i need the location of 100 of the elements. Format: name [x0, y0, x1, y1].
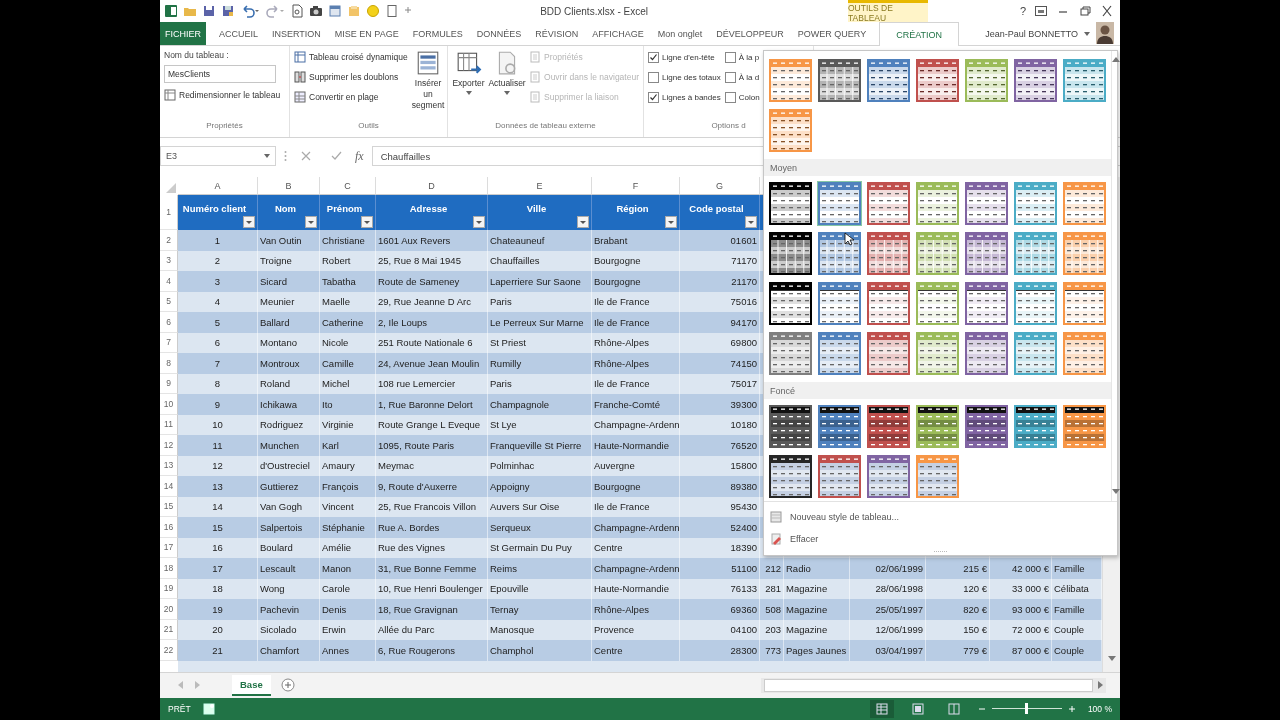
row-number[interactable]: 1 [160, 195, 178, 231]
table-style-option[interactable] [817, 58, 862, 104]
row-number[interactable]: 20 [160, 599, 178, 620]
table-style-option[interactable] [915, 58, 960, 104]
ribbon-tab[interactable]: ACCUEIL [212, 22, 265, 46]
row-number[interactable]: 3 [160, 250, 178, 272]
ribbon-tab[interactable]: MISE EN PAGE [327, 22, 406, 46]
tool-button[interactable]: Supprimer les doublons [294, 70, 408, 85]
scroll-down-icon[interactable] [1112, 489, 1120, 496]
user-name[interactable]: Jean-Paul BONNETTO [985, 22, 1078, 46]
horizontal-scrollbar[interactable] [761, 677, 1106, 693]
normal-view-icon[interactable] [869, 699, 894, 718]
style-option-checkbox[interactable]: Ligne des totaux [648, 70, 721, 85]
row-number[interactable]: 5 [160, 291, 178, 313]
filter-button[interactable] [361, 216, 373, 229]
caret-icon[interactable] [1084, 31, 1090, 36]
filter-button[interactable] [305, 216, 317, 229]
row-number[interactable]: 14 [160, 476, 178, 497]
export-button[interactable]: Exporter [452, 50, 486, 121]
ribbon-display-icon[interactable] [1034, 5, 1048, 17]
add-sheet-button[interactable] [280, 678, 295, 693]
row-number[interactable]: 9 [160, 373, 178, 395]
style-option-checkbox[interactable]: À la d [724, 70, 760, 85]
row-number[interactable]: 18 [160, 558, 178, 579]
name-box[interactable]: E3 [160, 146, 276, 167]
checkbox[interactable] [648, 72, 659, 83]
ribbon-tab[interactable]: FORMULES [405, 22, 470, 46]
gallery-scrollbar[interactable] [1111, 51, 1120, 502]
help-button[interactable]: ? [1019, 5, 1026, 17]
row-number[interactable]: 6 [160, 312, 178, 333]
page-icon[interactable] [385, 4, 399, 18]
table-style-option[interactable] [1013, 58, 1058, 104]
row-number[interactable]: 8 [160, 353, 178, 374]
checkbox[interactable] [648, 92, 659, 103]
table-style-option[interactable] [768, 281, 813, 327]
save-icon[interactable] [202, 4, 216, 18]
checkbox[interactable] [724, 72, 736, 83]
ribbon-tab[interactable]: DONNÉES [469, 22, 529, 46]
avatar[interactable] [1096, 22, 1114, 44]
ribbon-tab[interactable]: AFFICHAGE [585, 22, 651, 46]
ribbon-tab[interactable]: INSERTION [265, 22, 328, 46]
tool-button[interactable]: Tableau croisé dynamique [294, 50, 408, 65]
zoom-in-icon[interactable] [1067, 704, 1076, 713]
row-number[interactable]: 7 [160, 332, 178, 354]
row-number[interactable]: 19 [160, 578, 178, 600]
row-number[interactable]: 16 [160, 517, 178, 538]
undo-icon[interactable] [240, 4, 260, 18]
file-tab[interactable]: FICHIER [160, 22, 206, 46]
style-option-checkbox[interactable]: Lignes à bandes [648, 90, 721, 105]
table-style-option[interactable] [768, 181, 813, 227]
window-icon[interactable] [328, 4, 342, 18]
row-number[interactable]: 15 [160, 496, 178, 518]
filter-button[interactable] [745, 216, 757, 229]
table-style-option[interactable] [866, 58, 911, 104]
filter-button[interactable] [665, 216, 677, 229]
table-style-option[interactable] [768, 231, 813, 277]
row-number[interactable]: 2 [160, 230, 178, 251]
ribbon-tab[interactable]: DÉVELOPPEUR [709, 22, 791, 46]
row-number[interactable]: 17 [160, 537, 178, 559]
table-style-option[interactable] [768, 454, 813, 500]
table-style-option[interactable] [1062, 58, 1107, 104]
resize-grip-icon[interactable] [934, 550, 948, 554]
document-icon[interactable] [290, 4, 304, 18]
row-number[interactable]: 13 [160, 455, 178, 477]
row-number[interactable]: 12 [160, 435, 178, 456]
menu-item[interactable]: Nouveau style de tableau... [770, 508, 1117, 527]
checkbox[interactable] [648, 52, 659, 63]
row-number[interactable]: 21 [160, 619, 178, 641]
row-number[interactable]: 11 [160, 414, 178, 436]
checkbox[interactable] [724, 52, 736, 63]
macro-record-icon[interactable] [202, 702, 215, 715]
scroll-up-icon[interactable] [1112, 57, 1120, 64]
tool-button[interactable]: Convertir en plage [294, 90, 408, 105]
zoom-level[interactable]: 100 % [1087, 703, 1112, 714]
scroll-down-icon[interactable] [1107, 656, 1116, 663]
filter-button[interactable] [577, 216, 589, 229]
close-icon[interactable] [1100, 5, 1114, 17]
filter-button[interactable] [243, 216, 255, 229]
table-style-option[interactable] [768, 108, 813, 154]
row-number[interactable]: 10 [160, 394, 178, 415]
ribbon-tab[interactable]: CRÉATION [879, 22, 960, 47]
menu-item[interactable]: Effacer [770, 530, 1117, 549]
save-as-icon[interactable] [221, 4, 235, 18]
table-style-option[interactable] [964, 58, 1009, 104]
table-name-field[interactable]: MesClients [164, 65, 276, 84]
scroll-right-icon[interactable] [1097, 681, 1103, 690]
resize-table-button[interactable]: Redimensionner le tableau [164, 88, 285, 103]
style-option-checkbox[interactable]: Colon [724, 90, 760, 105]
refresh-button[interactable]: Actualiser [489, 50, 526, 121]
ribbon-tab[interactable]: Mon onglet [650, 22, 710, 46]
restore-icon[interactable] [1078, 5, 1092, 17]
insert-slicer-button[interactable]: Insérer un segment [411, 50, 445, 121]
row-number[interactable]: 4 [160, 271, 178, 292]
checkbox[interactable] [724, 92, 736, 103]
filter-button[interactable] [473, 216, 485, 229]
row-number[interactable]: 22 [160, 640, 178, 661]
style-option-checkbox[interactable]: Ligne d'en-tête [648, 50, 721, 65]
camera-icon[interactable] [309, 4, 323, 18]
ribbon-tab[interactable]: RÉVISION [528, 22, 586, 46]
ribbon-tab[interactable]: POWER QUERY [790, 22, 874, 46]
